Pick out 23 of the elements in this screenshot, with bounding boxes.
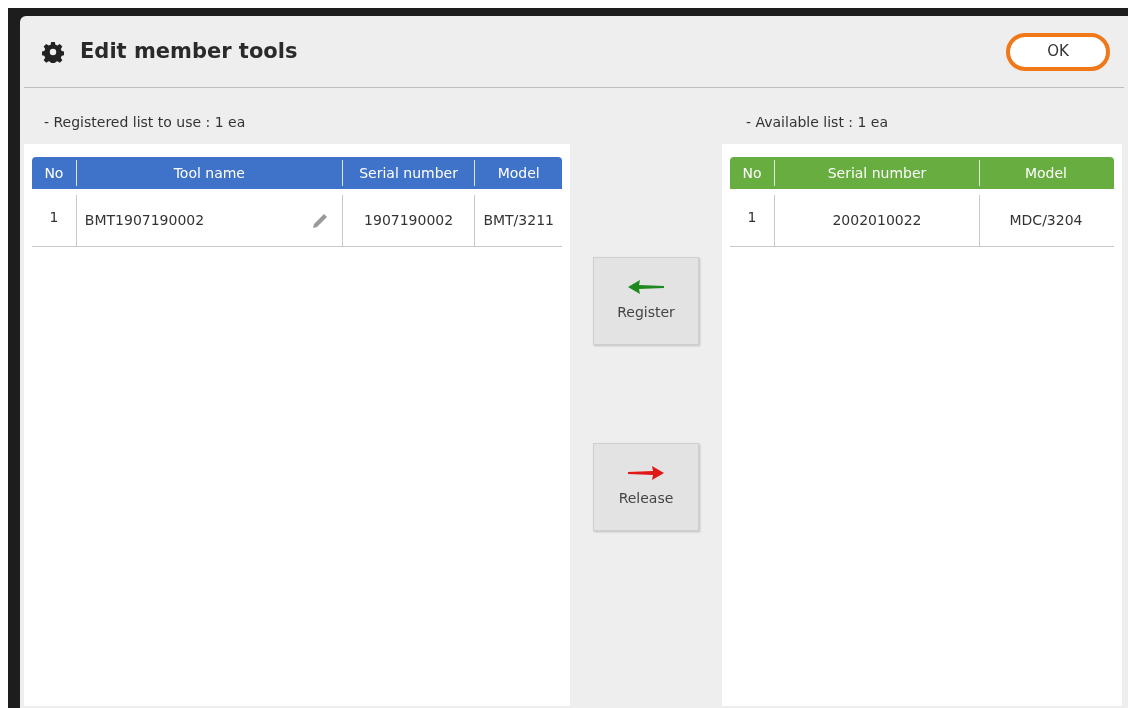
table-cell: BMT1907190002 (75, 195, 342, 246)
column-header: Serial number (359, 163, 458, 183)
table-cell: 2002010022 (774, 195, 979, 246)
ok-button[interactable]: OK (1006, 32, 1110, 71)
table-cell: 1907190002 (341, 195, 475, 246)
column-header: Model (497, 163, 540, 183)
column-header: No (44, 163, 64, 183)
column-header: Tool name (173, 163, 245, 183)
table-cell: BMT/3211 (474, 195, 562, 246)
transfer-button[interactable]: Register (593, 257, 699, 345)
column-header: No (742, 163, 762, 183)
right-arrow-icon (628, 465, 664, 480)
list-label: - Registered list to use : 1 ea (44, 113, 247, 132)
table-cell-text: 1 (746, 208, 758, 227)
left-arrow-icon (628, 279, 664, 294)
column-header: Model (1024, 163, 1067, 183)
list-label: - Available list : 1 ea (746, 113, 890, 132)
gear-icon (42, 40, 64, 63)
transfer-button[interactable]: Release (593, 443, 699, 531)
table-cell-text: 1 (48, 208, 60, 227)
table-cell: MDC/3204 (979, 195, 1112, 246)
column-header: Serial number (827, 163, 927, 183)
dialog-title: Edit member tools (80, 37, 298, 65)
